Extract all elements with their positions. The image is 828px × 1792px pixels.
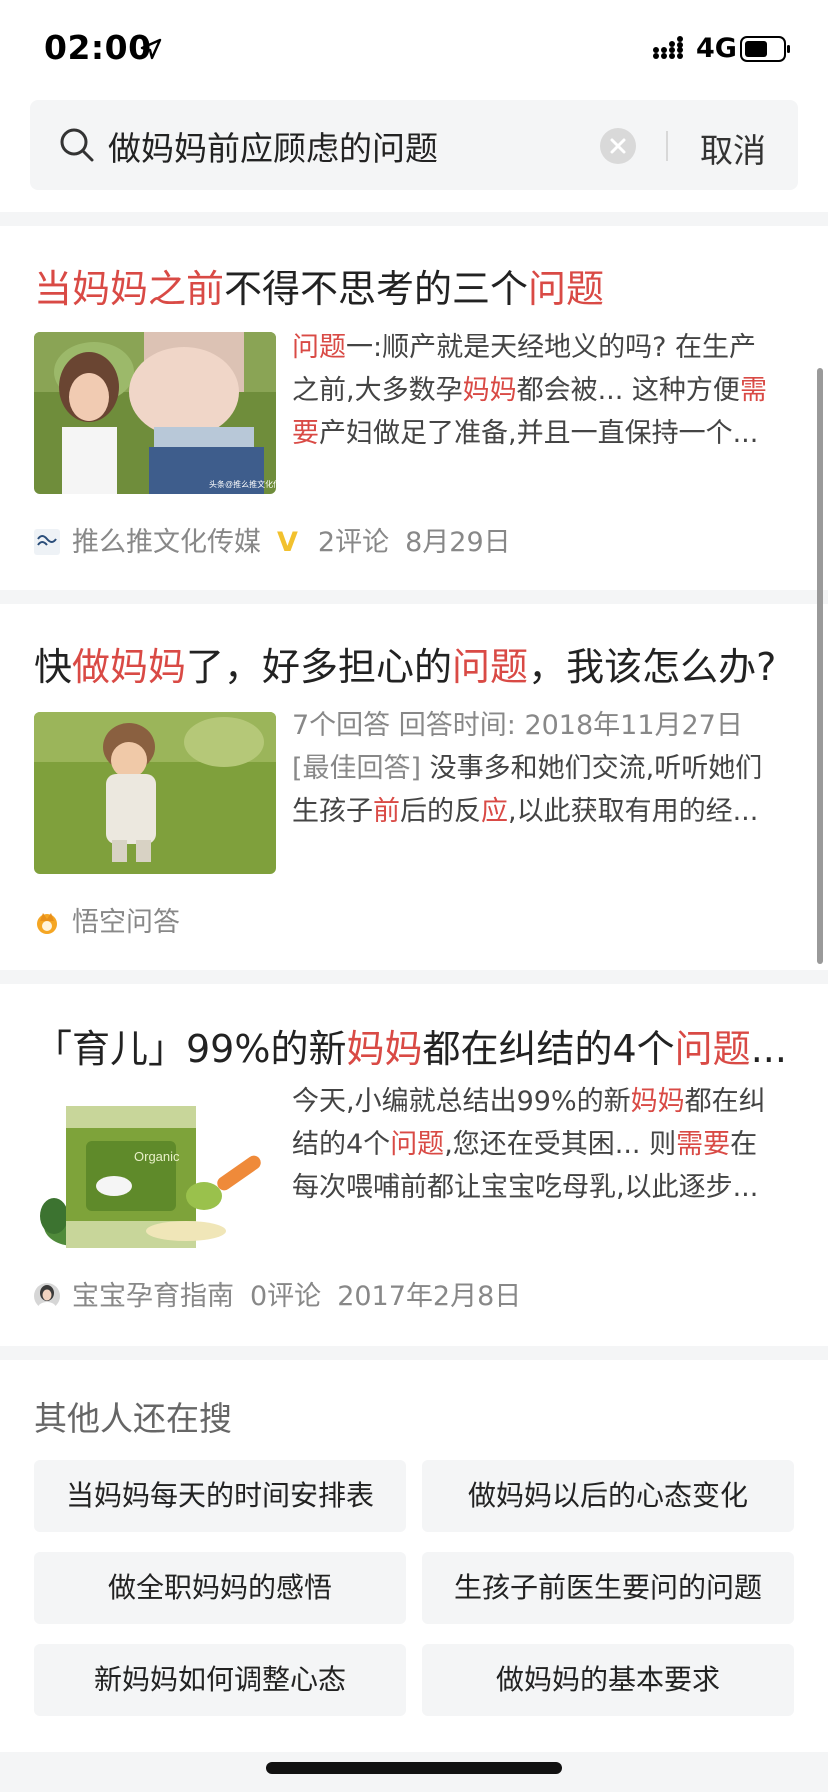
- result-card[interactable]: 「育儿」99%的新妈妈都在纠结的4个问题... Organic 今天,小编就总结…: [0, 984, 828, 1346]
- source-name[interactable]: 宝宝孕育指南: [72, 1281, 234, 1312]
- home-indicator[interactable]: [266, 1762, 562, 1774]
- snippet-text: 生孩子: [292, 796, 373, 827]
- source-name[interactable]: 推么推文化传媒: [72, 527, 261, 558]
- thumbnail-caption: 头条@推么推文化传媒: [209, 479, 276, 489]
- divider: [0, 212, 828, 226]
- divider: [0, 1346, 828, 1360]
- result-snippet: 问题一:顺产就是天经地义的吗? 在生产 之前,大多数孕妈妈都会被... 这种方便…: [292, 326, 792, 455]
- related-search-chip[interactable]: 新妈妈如何调整心态: [34, 1644, 406, 1716]
- publish-date: 8月29日: [405, 527, 511, 558]
- snippet-highlight: 前: [373, 796, 400, 827]
- network-label: 4G: [696, 33, 737, 64]
- snippet-highlight: 问题: [390, 1129, 445, 1160]
- result-card[interactable]: 当妈妈之前不得不思考的三个问题 头条@推么推文化传媒 问题一:顺产就是天经地义的…: [0, 226, 828, 590]
- search-icon: [60, 128, 94, 162]
- clear-icon[interactable]: [600, 128, 636, 164]
- snippet-highlight: 需要: [676, 1129, 731, 1160]
- snippet-text: 没事多和她们交流,听听她们: [421, 753, 763, 784]
- snippet-highlight: 问题: [292, 332, 346, 363]
- snippet-text: 在: [730, 1129, 758, 1160]
- comment-count: 0评论: [250, 1281, 322, 1312]
- snippet-text: ,以此获取有用的经...: [508, 796, 759, 827]
- snippet-highlight: 妈妈: [630, 1086, 685, 1117]
- signal-icon: [653, 36, 683, 59]
- battery-icon: [740, 36, 790, 62]
- related-search-chip[interactable]: 当妈妈每天的时间安排表: [34, 1460, 406, 1532]
- snippet-highlight: 应: [481, 796, 508, 827]
- title-highlight: 做妈妈: [72, 645, 187, 689]
- title-highlight: 当妈妈之前: [34, 267, 225, 311]
- result-card[interactable]: 快做妈妈了，好多担心的问题，我该怎么办? 7个回答 回答时间: 2018年11月…: [0, 604, 828, 970]
- title-highlight: 问题: [674, 1027, 751, 1071]
- best-answer-label: [最佳回答]: [292, 753, 422, 784]
- related-search-chip[interactable]: 做妈妈的基本要求: [422, 1644, 794, 1716]
- answer-info: 7个回答 回答时间: 2018年11月27日: [292, 710, 743, 741]
- snippet-highlight: 要: [292, 418, 319, 449]
- result-title[interactable]: 快做妈妈了，好多担心的问题，我该怎么办?: [34, 636, 794, 691]
- result-meta: 推么推文化传媒 V 2评论 8月29日: [34, 520, 527, 559]
- thumbnail-label: Organic: [134, 1149, 180, 1164]
- publish-date: 2017年2月8日: [337, 1281, 522, 1312]
- scrollbar[interactable]: [817, 368, 823, 964]
- cancel-button[interactable]: 取消: [700, 124, 766, 172]
- status-time: 02:00: [44, 28, 152, 67]
- snippet-text: ,您还在受其困... 则: [444, 1129, 677, 1160]
- related-searches-title: 其他人还在搜: [34, 1399, 232, 1438]
- search-bar[interactable]: 做妈妈前应顾虑的问题 取消: [30, 100, 798, 190]
- result-thumbnail[interactable]: Organic: [34, 1086, 276, 1248]
- title-highlight: 问题: [528, 267, 605, 311]
- snippet-text: 后的反: [400, 796, 481, 827]
- title-text: ，我该怎么办?: [528, 645, 777, 689]
- result-snippet: 今天,小编就总结出99%的新妈妈都在纠 结的4个问题,您还在受其困... 则需要…: [292, 1080, 792, 1209]
- result-title[interactable]: 「育儿」99%的新妈妈都在纠结的4个问题...: [34, 1018, 794, 1073]
- snippet-text: 都在纠: [684, 1086, 766, 1117]
- snippet-text: 每次喂哺前都让宝宝吃母乳,以此逐步...: [292, 1172, 759, 1203]
- status-bar: 02:00 4G: [0, 0, 828, 96]
- location-arrow-icon: [140, 38, 162, 60]
- title-text: 「育儿」99%的新: [34, 1027, 347, 1071]
- snippet-text: 都会被... 这种方便: [516, 375, 740, 406]
- result-thumbnail[interactable]: 头条@推么推文化传媒: [34, 332, 276, 494]
- snippet-highlight: 妈妈: [462, 375, 517, 406]
- verified-badge: V: [277, 527, 298, 558]
- search-divider: [666, 131, 668, 161]
- related-search-chip[interactable]: 做全职妈妈的感悟: [34, 1552, 406, 1624]
- title-highlight: 问题: [452, 645, 529, 689]
- related-search-chip[interactable]: 生孩子前医生要问的问题: [422, 1552, 794, 1624]
- title-text: 不得不思考的三个: [224, 267, 529, 311]
- divider: [0, 970, 828, 984]
- result-title[interactable]: 当妈妈之前不得不思考的三个问题: [34, 258, 794, 313]
- title-text: 了，好多担心的: [186, 645, 453, 689]
- result-meta: 宝宝孕育指南 0评论 2017年2月8日: [34, 1274, 537, 1313]
- result-meta: 悟空问答: [34, 900, 196, 939]
- title-text: 快: [34, 645, 73, 689]
- source-name[interactable]: 悟空问答: [72, 907, 180, 938]
- snippet-text: 今天,小编就总结出99%的新: [292, 1086, 631, 1117]
- title-text: 都在纠结的4个: [422, 1027, 675, 1071]
- snippet-text: 之前,大多数孕: [292, 375, 463, 406]
- title-highlight: 妈妈: [346, 1027, 423, 1071]
- snippet-text: 产妇做足了准备,并且一直保持一个...: [319, 418, 759, 449]
- related-search-chip[interactable]: 做妈妈以后的心态变化: [422, 1460, 794, 1532]
- source-logo-icon: [34, 529, 60, 555]
- snippet-text: 一:顺产就是天经地义的吗? 在生产: [346, 332, 757, 363]
- result-thumbnail[interactable]: [34, 712, 276, 874]
- result-snippet: [最佳回答] 没事多和她们交流,听听她们 生孩子前后的反应,以此获取有用的经..…: [292, 747, 792, 833]
- avatar: [34, 1283, 60, 1309]
- comment-count: 2评论: [317, 527, 390, 558]
- snippet-highlight: 需: [739, 375, 767, 406]
- snippet-text: 结的4个: [292, 1129, 391, 1160]
- title-text: ...: [750, 1027, 787, 1071]
- search-input[interactable]: 做妈妈前应顾虑的问题: [108, 122, 438, 170]
- wukong-logo-icon: [37, 913, 57, 934]
- divider: [0, 590, 828, 604]
